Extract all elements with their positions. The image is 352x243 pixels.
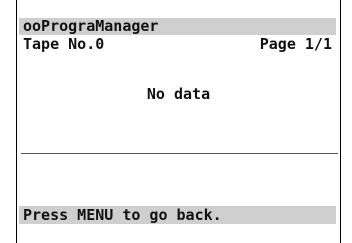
back-hint: Press MENU to go back. (23, 206, 222, 224)
footer-hint-bar: Press MENU to go back. (19, 206, 336, 224)
tape-number: Tape No.0 (23, 35, 105, 53)
tape-info-row: Tape No.0 Page 1/1 (19, 36, 336, 53)
empty-state-message: No data (146, 85, 211, 103)
app-title-bar: ooPrograManager (19, 18, 336, 35)
page-indicator: Page 1/1 (259, 35, 332, 53)
device-screen: ooPrograManager Tape No.0 Page 1/1 No da… (16, 0, 341, 243)
divider (21, 153, 338, 154)
app-title: ooPrograManager (23, 17, 159, 35)
